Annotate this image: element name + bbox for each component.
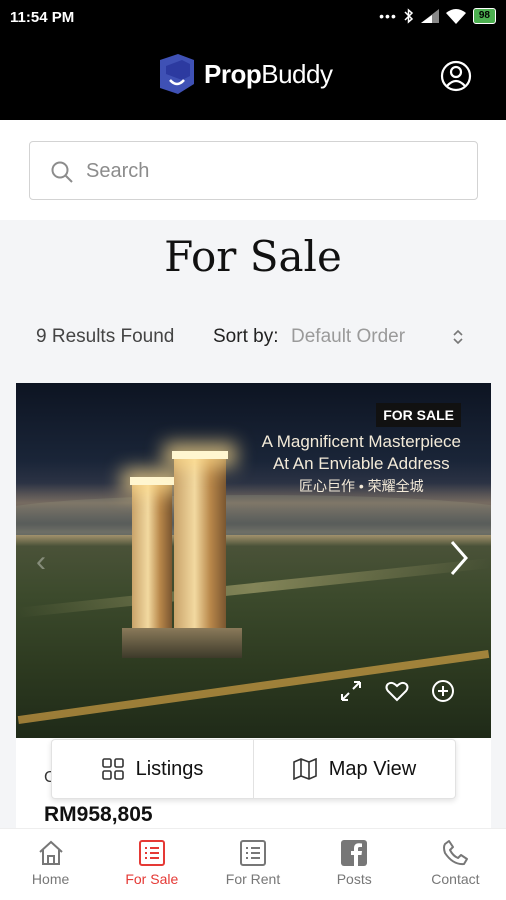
results-count: 9 Results Found [36,326,175,347]
photo-podium [122,628,242,658]
search-input[interactable] [86,156,456,186]
facebook-icon [341,840,368,866]
view-toggle: Listings Map View [51,739,456,799]
nav-item-for-rent[interactable]: For Rent [202,829,303,900]
expand-icon[interactable] [339,679,363,703]
for-sale-badge: FOR SALE [376,403,461,427]
photo-river [16,558,491,618]
app-header: PropBuddy [0,36,506,120]
status-time: 11:54 PM [10,9,75,26]
system-icons: ••• 98 [379,8,496,24]
list-icon [240,840,266,866]
photo-tower-left [130,477,174,633]
nav-label-contact: Contact [431,871,480,887]
home-icon [38,840,63,865]
nav-label-posts: Posts [336,871,372,887]
grid-icon [101,758,124,780]
nav-label-home: Home [31,871,70,887]
nav-item-for-sale[interactable]: For Sale [101,829,202,900]
map-icon [292,758,317,780]
listing-tagline: A Magnificent Masterpiece At An Enviable… [261,432,461,494]
wifi-icon [445,8,466,24]
map-view-button[interactable]: Map View [253,740,455,798]
search-box[interactable] [29,141,478,200]
status-bar: 11:54 PM ••• 98 [0,0,506,36]
listings-view-label: Listings [135,757,204,780]
listing-price: RM958,805 [44,803,153,826]
battery-indicator: 98 [472,8,496,24]
favorite-heart-icon[interactable] [385,680,409,702]
propbuddy-logo-icon [160,54,194,94]
previous-photo-arrow-icon[interactable]: ‹ [36,545,46,579]
nav-item-home[interactable]: Home [0,829,101,900]
next-photo-arrow-icon[interactable] [449,539,469,577]
more-dots-icon: ••• [379,8,397,24]
page-title: For Sale [164,232,342,281]
map-view-label: Map View [328,757,417,780]
bluetooth-icon [404,8,413,24]
listings-view-button[interactable]: Listings [52,740,253,798]
search-section [0,120,506,220]
sort-chevron-icon[interactable] [452,328,464,346]
nav-label-for-rent: For Rent [225,871,281,887]
add-compare-icon[interactable] [431,679,455,703]
nav-item-contact[interactable]: Contact [405,829,506,900]
profile-icon[interactable] [440,60,472,92]
listing-photo[interactable]: FOR SALE A Magnificent Masterpiece At An… [16,383,491,738]
results-sort-row: 9 Results Found Sort by: Default Order [36,324,472,352]
list-icon [138,840,165,866]
phone-icon [443,840,469,866]
sort-label: Sort by: [213,326,279,347]
nav-item-posts[interactable]: Posts [304,829,405,900]
photo-actions [339,679,455,703]
brand-name: PropBuddy [204,58,333,89]
photo-tower-right [172,451,228,637]
nav-label-for-sale: For Sale [125,871,179,887]
sort-select[interactable]: Default Order [291,326,405,348]
bottom-nav: Home For Sale For Rent Posts Contact [0,828,506,900]
search-icon [51,161,73,183]
signal-icon [420,9,439,23]
brand-logo[interactable]: PropBuddy [158,54,333,94]
